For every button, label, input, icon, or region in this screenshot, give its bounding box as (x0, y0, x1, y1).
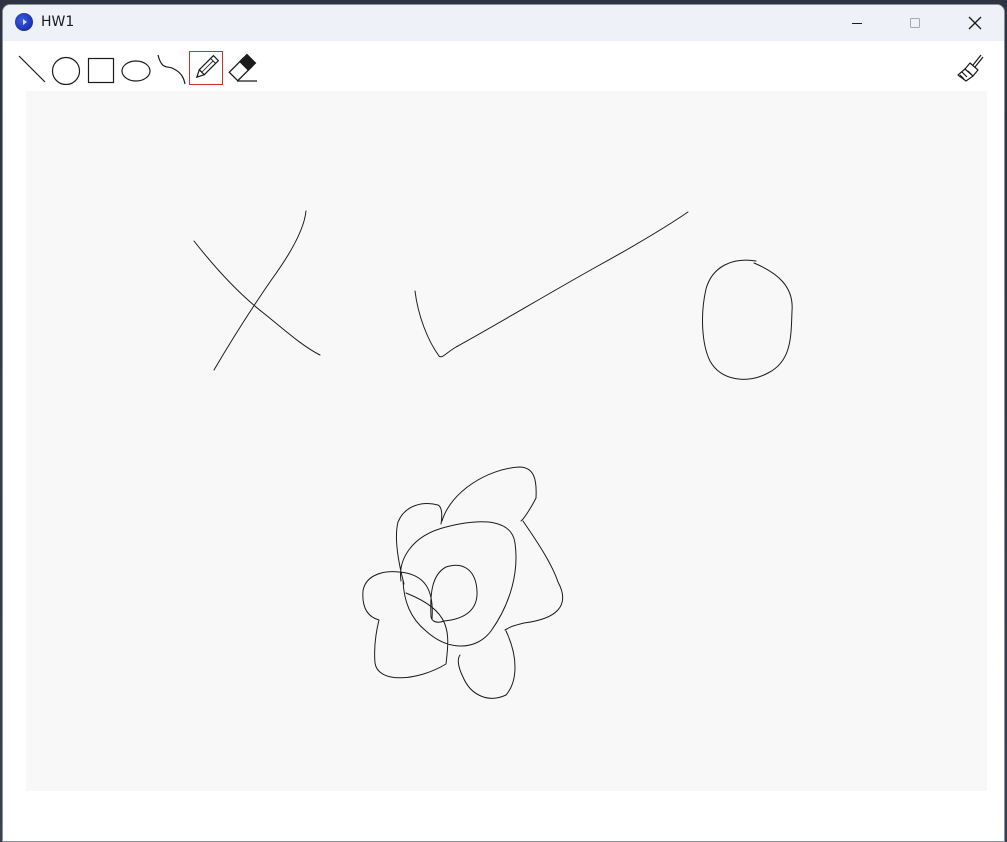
freehand-oval (702, 259, 793, 380)
toolbar (3, 41, 1004, 91)
app-window: HW1 (2, 4, 1005, 842)
close-button[interactable] (952, 5, 998, 41)
maximize-icon (910, 18, 920, 28)
maximize-button[interactable] (892, 5, 938, 41)
rectangle-tool[interactable] (84, 51, 118, 85)
freehand-check-mark (414, 211, 689, 358)
broom-icon (957, 54, 984, 82)
window-title: HW1 (41, 14, 75, 30)
minimize-button[interactable] (834, 5, 880, 41)
circle-tool[interactable] (49, 51, 83, 85)
minimize-icon (852, 23, 862, 24)
close-icon (968, 16, 982, 30)
canvas-strokes (193, 210, 793, 699)
pencil-tool[interactable] (189, 51, 223, 85)
pencil-icon (195, 54, 220, 79)
freehand-flower (362, 466, 564, 699)
ellipse-icon (121, 60, 151, 82)
ellipse-tool[interactable] (119, 51, 153, 85)
app-logo-icon (15, 13, 33, 31)
curve-tool[interactable] (154, 51, 188, 85)
drawing-canvas[interactable] (26, 91, 987, 791)
freehand-x-mark (193, 210, 321, 371)
eraser-tool[interactable] (225, 51, 259, 85)
rectangle-icon (87, 57, 115, 84)
line-tool[interactable] (15, 51, 49, 85)
eraser-icon (228, 53, 257, 82)
circle-icon (51, 56, 81, 85)
clear-canvas-tool[interactable] (954, 51, 988, 85)
curve-icon (157, 54, 186, 85)
line-icon (18, 55, 46, 83)
title-bar[interactable]: HW1 (3, 5, 1004, 41)
